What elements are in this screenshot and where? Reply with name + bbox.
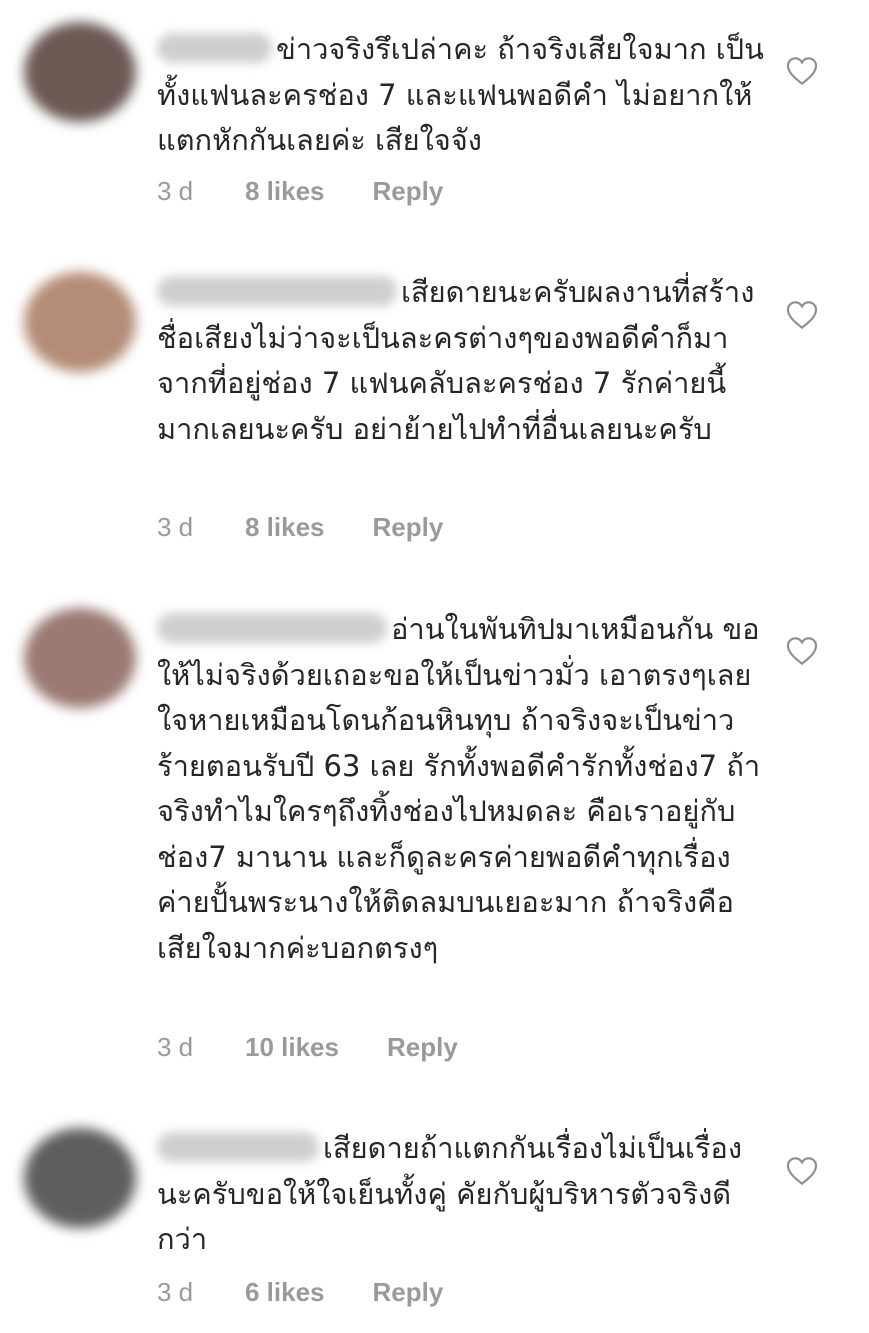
likes-count[interactable]: 6 likes bbox=[245, 1277, 325, 1308]
heart-outline-icon[interactable] bbox=[786, 1156, 818, 1186]
comment-text-container: เสียดายนะครับผลงานที่สร้างชื่อเสียงไม่ว่… bbox=[157, 270, 767, 452]
avatar[interactable] bbox=[24, 1128, 136, 1228]
reply-button[interactable]: Reply bbox=[373, 176, 444, 207]
comment-text: อ่านในพันทิปมาเหมือนกัน ขอให้ไม่จริงด้วย… bbox=[157, 612, 761, 965]
username[interactable] bbox=[157, 276, 397, 306]
heart-outline-icon[interactable] bbox=[786, 636, 818, 666]
reply-button[interactable]: Reply bbox=[373, 512, 444, 543]
comment-time: 3 d bbox=[157, 1032, 194, 1062]
username[interactable] bbox=[157, 1132, 319, 1162]
likes-count[interactable]: 8 likes bbox=[245, 176, 325, 207]
username[interactable] bbox=[157, 613, 387, 643]
avatar[interactable] bbox=[24, 22, 136, 122]
reply-button[interactable]: Reply bbox=[373, 1277, 444, 1308]
comment-time: 3 d bbox=[157, 1277, 194, 1307]
comment-text-container: ข่าวจริงรึเปล่าคะ ถ้าจริงเสียใจมาก เป็นท… bbox=[157, 27, 767, 164]
heart-outline-icon[interactable] bbox=[786, 300, 818, 330]
comment-text-container: เสียดายถ้าแตกกันเรื่องไม่เป็นเรื่องนะครั… bbox=[157, 1126, 767, 1263]
likes-count[interactable]: 8 likes bbox=[245, 512, 325, 543]
likes-count[interactable]: 10 likes bbox=[245, 1032, 339, 1063]
heart-outline-icon[interactable] bbox=[786, 56, 818, 86]
reply-button[interactable]: Reply bbox=[387, 1032, 458, 1063]
avatar[interactable] bbox=[24, 272, 136, 372]
username[interactable] bbox=[157, 33, 272, 63]
comment-text-container: อ่านในพันทิปมาเหมือนกัน ขอให้ไม่จริงด้วย… bbox=[157, 607, 767, 971]
comment-time: 3 d bbox=[157, 176, 194, 206]
avatar[interactable] bbox=[24, 608, 136, 708]
comment-time: 3 d bbox=[157, 512, 194, 542]
